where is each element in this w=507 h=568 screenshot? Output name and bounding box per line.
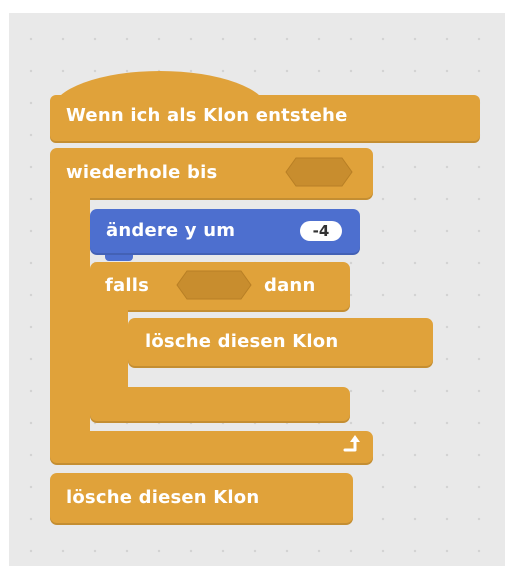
change-y-notch <box>105 255 133 261</box>
repeat-until-footer <box>50 431 373 465</box>
if-condition-slot[interactable] <box>175 269 253 301</box>
change-y-label: ändere y um <box>106 220 236 241</box>
repeat-until-label: wiederhole bis <box>66 162 218 183</box>
if-footer <box>90 387 350 423</box>
repeat-until-arm <box>50 193 90 455</box>
if-label-falls: falls <box>105 275 150 296</box>
script-canvas[interactable]: Wenn ich als Klon entstehe wiederhole bi… <box>9 13 505 566</box>
hat-label: Wenn ich als Klon entstehe <box>66 105 348 126</box>
delete-clone-inner-label: lösche diesen Klon <box>145 331 339 352</box>
repeat-until-condition-slot[interactable] <box>284 156 354 188</box>
delete-clone-final-label: lösche diesen Klon <box>66 487 260 508</box>
loop-arrow-icon <box>343 435 360 452</box>
change-y-value-input[interactable]: -4 <box>300 221 342 241</box>
if-label-dann: dann <box>264 275 316 296</box>
